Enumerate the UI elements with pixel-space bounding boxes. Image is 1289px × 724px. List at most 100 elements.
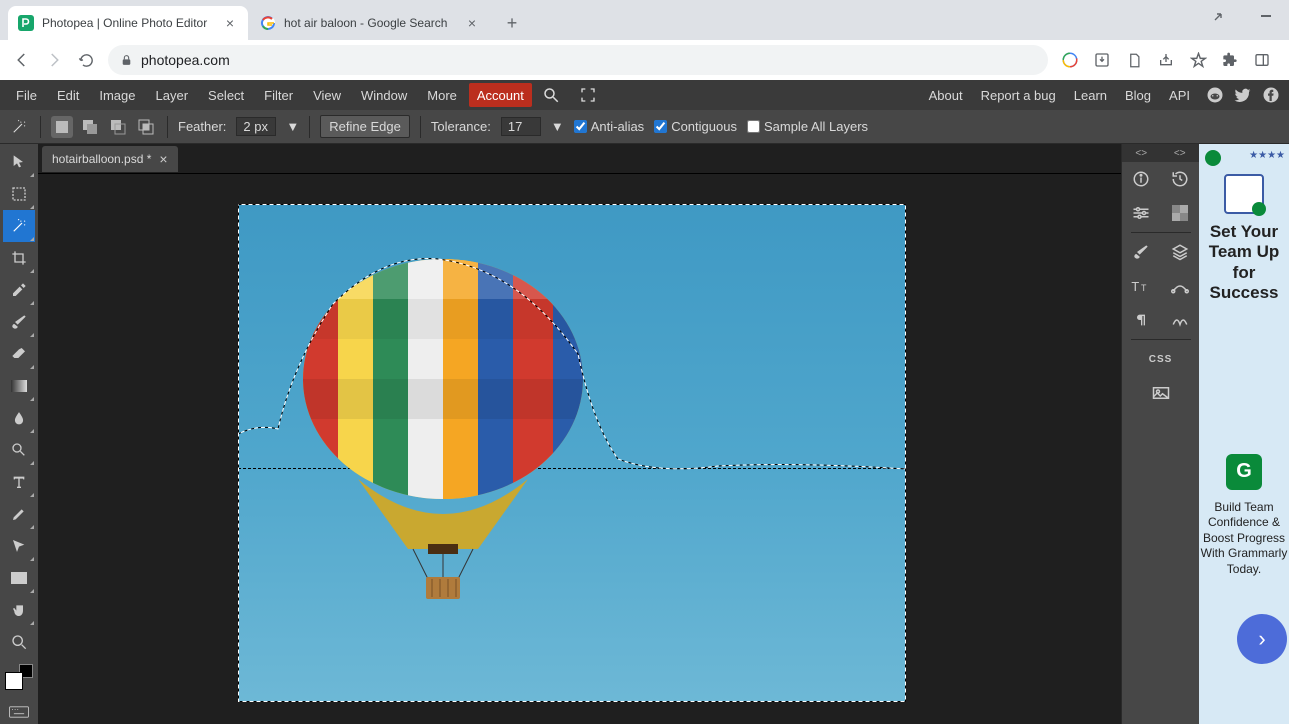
path-tool[interactable] (3, 530, 35, 562)
menu-window[interactable]: Window (351, 80, 417, 110)
link-blog[interactable]: Blog (1116, 88, 1160, 103)
dodge-tool[interactable] (3, 434, 35, 466)
search-icon[interactable] (532, 80, 570, 110)
tab-close-icon[interactable]: × (464, 15, 480, 31)
menu-bar: File Edit Image Layer Select Filter View… (0, 80, 1289, 110)
zoom-tool[interactable] (3, 626, 35, 658)
star-icon[interactable] (1189, 51, 1207, 69)
keyboard-icon[interactable] (3, 702, 35, 722)
window-close[interactable] (1243, 0, 1289, 32)
eraser-tool[interactable] (3, 338, 35, 370)
doc-tab-title: hotairballoon.psd * (52, 152, 151, 166)
extensions-icon[interactable] (1221, 51, 1239, 69)
move-tool[interactable] (3, 146, 35, 178)
link-learn[interactable]: Learn (1065, 88, 1116, 103)
link-report[interactable]: Report a bug (972, 88, 1065, 103)
menu-image[interactable]: Image (89, 80, 145, 110)
ad-cta-button[interactable]: › (1237, 614, 1287, 664)
svg-text:T: T (1141, 283, 1147, 293)
photopea-app: File Edit Image Layer Select Filter View… (0, 80, 1289, 724)
window-minimize[interactable] (1197, 0, 1243, 32)
history-icon[interactable] (1165, 166, 1195, 192)
twitter-icon[interactable] (1231, 83, 1255, 107)
brush-tool[interactable] (3, 306, 35, 338)
refine-edge-button[interactable]: Refine Edge (320, 115, 410, 138)
brush-panel-icon[interactable] (1126, 239, 1156, 265)
feather-input[interactable]: 2 px (236, 117, 276, 136)
gradient-tool[interactable] (3, 370, 35, 402)
swatches-icon[interactable] (1165, 200, 1195, 226)
contiguous-checkbox[interactable]: Contiguous (654, 119, 737, 134)
address-bar[interactable]: photopea.com (108, 45, 1048, 75)
menu-select[interactable]: Select (198, 80, 254, 110)
account-button[interactable]: Account (469, 83, 532, 107)
menu-layer[interactable]: Layer (146, 80, 199, 110)
adjust-icon[interactable] (1126, 200, 1156, 226)
paragraph-icon[interactable] (1126, 307, 1156, 333)
channels-icon[interactable] (1165, 307, 1195, 333)
color-swatches[interactable] (3, 664, 35, 696)
eyedropper-tool[interactable] (3, 274, 35, 306)
reload-button[interactable] (72, 46, 100, 74)
antialias-checkbox[interactable]: Anti-alias (574, 119, 644, 134)
facebook-icon[interactable] (1259, 83, 1283, 107)
photopea-favicon-icon (18, 15, 34, 31)
pen-tool[interactable] (3, 498, 35, 530)
right-panel: <><> TT CSS (1121, 144, 1199, 724)
share-icon[interactable] (1157, 51, 1175, 69)
close-icon[interactable]: × (159, 151, 167, 167)
image-panel-icon[interactable] (1146, 380, 1176, 406)
menu-more[interactable]: More (417, 80, 467, 110)
panel-tabs[interactable]: <><> (1122, 144, 1199, 162)
hand-tool[interactable] (3, 594, 35, 626)
google-icon[interactable] (1061, 51, 1079, 69)
document-tab[interactable]: hotairballoon.psd * × (42, 146, 178, 172)
shape-tool[interactable] (3, 562, 35, 594)
ad-body: Build Team Confidence & Boost Progress W… (1199, 500, 1289, 578)
paths-icon[interactable] (1165, 273, 1195, 299)
menu-edit[interactable]: Edit (47, 80, 89, 110)
fullscreen-icon[interactable] (570, 80, 606, 110)
magic-wand-icon (8, 116, 30, 138)
canvas[interactable] (238, 204, 906, 702)
new-tab-button[interactable]: + (498, 9, 526, 37)
link-api[interactable]: API (1160, 88, 1199, 103)
document-area: hotairballoon.psd * × (38, 144, 1121, 724)
install-icon[interactable] (1093, 51, 1111, 69)
menu-file[interactable]: File (6, 80, 47, 110)
character-icon[interactable]: TT (1126, 273, 1156, 299)
menu-view[interactable]: View (303, 80, 351, 110)
browser-tab-google[interactable]: hot air baloon - Google Search × (250, 6, 490, 40)
workspace: hotairballoon.psd * × (0, 144, 1289, 724)
css-export-icon[interactable]: CSS (1146, 346, 1176, 372)
lock-icon (120, 54, 133, 67)
info-icon[interactable] (1126, 166, 1156, 192)
sel-add-icon[interactable] (79, 116, 101, 138)
reddit-icon[interactable] (1203, 83, 1227, 107)
tolerance-dropdown-icon[interactable]: ▼ (551, 119, 564, 134)
canvas-viewport[interactable] (38, 174, 1121, 724)
sel-intersect-icon[interactable] (135, 116, 157, 138)
tolerance-input[interactable]: 17 (501, 117, 541, 136)
layers-icon[interactable] (1165, 239, 1195, 265)
sidepanel-icon[interactable] (1253, 51, 1271, 69)
back-button[interactable] (8, 46, 36, 74)
marquee-tool[interactable] (3, 178, 35, 210)
browser-action-icons (1061, 51, 1281, 69)
link-about[interactable]: About (920, 88, 972, 103)
options-bar: Feather: 2 px ▼ Refine Edge Tolerance: 1… (0, 110, 1289, 144)
browser-tab-photopea[interactable]: Photopea | Online Photo Editor × (8, 6, 248, 40)
text-tool[interactable] (3, 466, 35, 498)
blur-tool[interactable] (3, 402, 35, 434)
sel-new-icon[interactable] (51, 116, 73, 138)
feather-dropdown-icon[interactable]: ▼ (286, 119, 299, 134)
magic-wand-tool[interactable] (3, 210, 35, 242)
sample-all-checkbox[interactable]: Sample All Layers (747, 119, 868, 134)
menu-filter[interactable]: Filter (254, 80, 303, 110)
forward-button[interactable] (40, 46, 68, 74)
tab-close-icon[interactable]: × (222, 15, 238, 31)
sel-sub-icon[interactable] (107, 116, 129, 138)
doc-icon[interactable] (1125, 51, 1143, 69)
ad-headline: Set Your Team Up for Success (1199, 222, 1289, 304)
crop-tool[interactable] (3, 242, 35, 274)
